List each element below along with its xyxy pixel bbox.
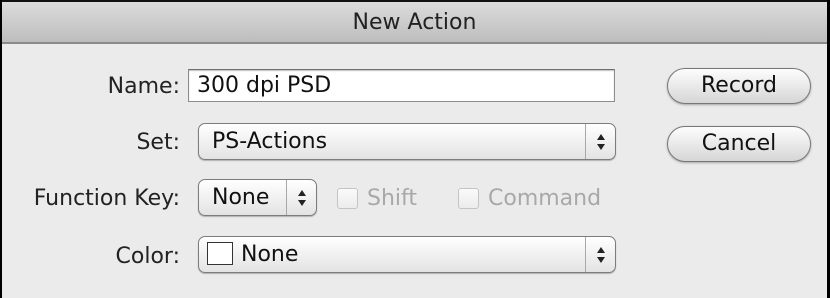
set-popup-value: PS-Actions — [212, 129, 328, 154]
color-swatch-icon — [207, 242, 233, 265]
function-key-popup-value: None — [212, 185, 270, 210]
function-key-popup[interactable]: None — [198, 179, 317, 216]
color-label: Color: — [115, 244, 180, 269]
command-checkbox-box[interactable] — [458, 188, 479, 209]
shift-checkbox-label: Shift — [367, 186, 418, 211]
color-popup-value: None — [241, 242, 299, 267]
record-button[interactable]: Record — [667, 68, 811, 104]
function-key-label: Function Key: — [33, 186, 180, 211]
updown-arrows-icon — [286, 180, 316, 215]
dialog-titlebar: New Action — [2, 0, 827, 44]
set-label: Set: — [136, 130, 180, 155]
new-action-dialog: New Action Name: 300 dpi PSD Set: PS-Act… — [0, 0, 830, 298]
cancel-button[interactable]: Cancel — [667, 126, 811, 162]
command-checkbox[interactable]: Command — [458, 186, 601, 211]
updown-arrows-icon — [585, 237, 615, 272]
name-label: Name: — [107, 74, 180, 99]
dialog-title: New Action — [352, 9, 477, 35]
color-popup[interactable]: None — [198, 236, 616, 273]
updown-arrows-icon — [585, 124, 615, 159]
command-checkbox-label: Command — [488, 186, 602, 211]
name-input[interactable]: 300 dpi PSD — [188, 69, 615, 102]
shift-checkbox-box[interactable] — [337, 188, 358, 209]
set-popup[interactable]: PS-Actions — [198, 123, 616, 160]
shift-checkbox[interactable]: Shift — [337, 186, 417, 211]
